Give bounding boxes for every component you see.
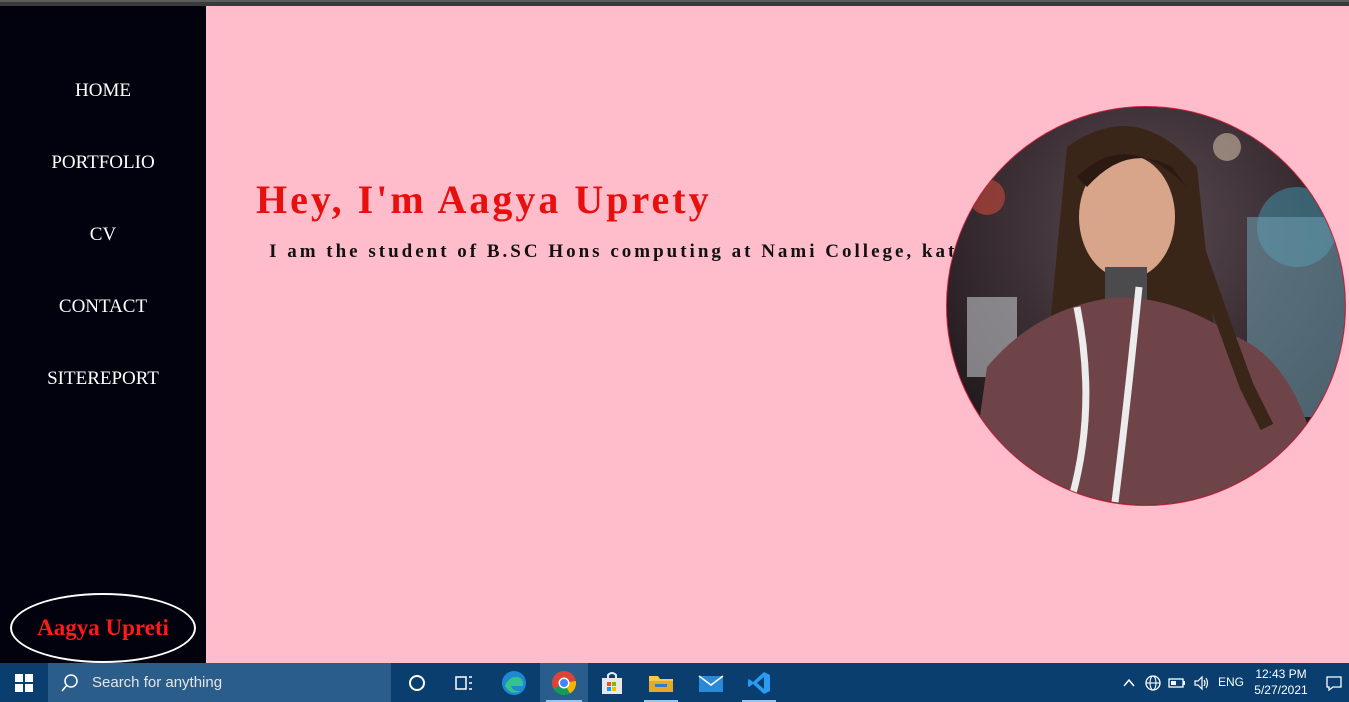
chrome-button[interactable] xyxy=(540,663,588,702)
nav-sitereport[interactable]: SITEREPORT xyxy=(0,368,206,390)
notification-button[interactable] xyxy=(1318,663,1349,702)
chevron-up-icon xyxy=(1123,678,1135,686)
task-view-icon xyxy=(455,675,472,690)
windows-taskbar: Search for anything ENG 12:43 PM 5/27/20… xyxy=(0,663,1349,702)
main-content: Hey, I'm Aagya Uprety I am the student o… xyxy=(206,6,1349,663)
language-indicator[interactable]: ENG xyxy=(1218,663,1244,702)
nav-home[interactable]: HOME xyxy=(0,80,206,102)
taskbar-clock[interactable]: 12:43 PM 5/27/2021 xyxy=(1248,666,1314,698)
hero-subtitle: I am the student of B.SC Hons computing … xyxy=(269,241,1043,262)
cortana-icon xyxy=(409,674,425,691)
cortana-button[interactable] xyxy=(395,663,439,702)
clock-date: 5/27/2021 xyxy=(1254,683,1308,697)
battery-icon xyxy=(1168,677,1185,688)
mail-icon xyxy=(698,674,724,692)
search-icon xyxy=(61,673,78,691)
file-explorer-button[interactable] xyxy=(638,663,684,702)
nav-contact[interactable]: CONTACT xyxy=(0,296,206,318)
store-button[interactable] xyxy=(590,663,634,702)
start-button[interactable] xyxy=(0,663,48,702)
profile-photo xyxy=(946,106,1346,506)
taskbar-search[interactable]: Search for anything xyxy=(48,663,391,702)
mail-button[interactable] xyxy=(688,663,734,702)
task-view-button[interactable] xyxy=(442,663,486,702)
volume-button[interactable] xyxy=(1190,663,1214,702)
nav-portfolio[interactable]: PORTFOLIO xyxy=(0,152,206,174)
volume-icon xyxy=(1194,675,1209,690)
tray-overflow-button[interactable] xyxy=(1118,663,1140,702)
chrome-icon xyxy=(552,670,577,695)
clock-time: 12:43 PM xyxy=(1255,667,1307,681)
logo-badge[interactable]: Aagya Upreti xyxy=(10,593,196,663)
battery-button[interactable] xyxy=(1166,663,1188,702)
windows-logo-icon xyxy=(15,673,33,692)
edge-button[interactable] xyxy=(490,663,538,702)
logo-text: Aagya Upreti xyxy=(37,615,169,640)
search-placeholder: Search for anything xyxy=(92,674,223,691)
nav-cv[interactable]: CV xyxy=(0,224,206,246)
network-globe-icon xyxy=(1145,674,1161,691)
network-button[interactable] xyxy=(1142,663,1164,702)
notification-icon xyxy=(1325,675,1342,691)
file-explorer-icon xyxy=(649,675,673,692)
edge-icon xyxy=(502,670,526,695)
sidebar: HOME PORTFOLIO CV CONTACT SITEREPORT Aag… xyxy=(0,6,206,663)
vscode-button[interactable] xyxy=(736,663,782,702)
hero-title: Hey, I'm Aagya Uprety xyxy=(256,177,712,222)
vscode-icon xyxy=(748,671,770,694)
store-icon xyxy=(602,671,622,694)
